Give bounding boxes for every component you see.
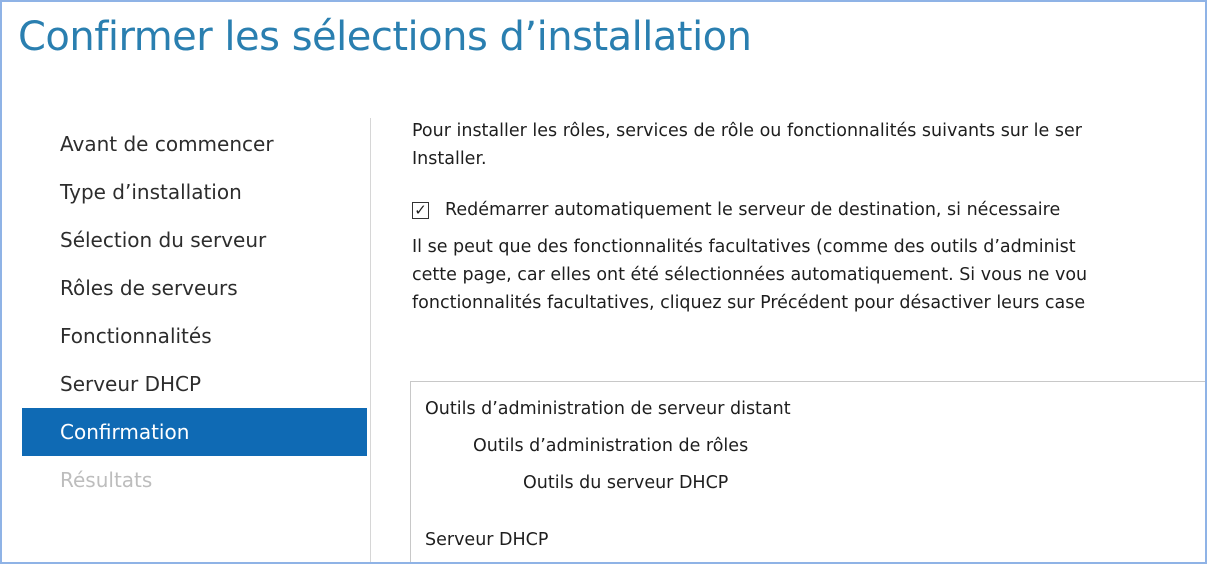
selection-item-dhcp-server: Serveur DHCP [425, 530, 549, 550]
selection-item-dhcp-tools: Outils du serveur DHCP [523, 473, 729, 493]
selection-item-rsat: Outils d’administration de serveur dista… [425, 399, 791, 419]
checkmark-icon: ✓ [414, 200, 427, 219]
intro-line-1: Pour installer les rôles, services de rô… [412, 121, 1082, 141]
sidebar-item-fonctionnalites[interactable]: Fonctionnalités [22, 312, 367, 360]
restart-checkbox-label[interactable]: Redémarrer automatiquement le serveur de… [445, 196, 1060, 224]
selection-item-role-admin-tools: Outils d’administration de rôles [473, 436, 749, 456]
intro-line-2: Installer. [412, 149, 487, 169]
wizard-window: Confirmer les sélections d’installation … [0, 0, 1207, 564]
note-line-1: Il se peut que des fonctionnalités facul… [412, 237, 1076, 257]
sidebar-divider [370, 118, 371, 562]
restart-option-row[interactable]: ✓ Redémarrer automatiquement le serveur … [412, 195, 1205, 225]
selections-list[interactable]: Outils d’administration de serveur dista… [410, 381, 1205, 562]
note-line-2: cette page, car elles ont été sélectionn… [412, 265, 1088, 285]
sidebar-item-serveur-dhcp[interactable]: Serveur DHCP [22, 360, 367, 408]
sidebar-item-resultats: Résultats [60, 468, 153, 492]
wizard-steps-sidebar: Avant de commencer Type d’installation S… [22, 120, 367, 504]
sidebar-item-selection-serveur[interactable]: Sélection du serveur [22, 216, 367, 264]
intro-text: Pour installer les rôles, services de rô… [412, 117, 1205, 173]
sidebar-item-roles-serveurs[interactable]: Rôles de serveurs [22, 264, 367, 312]
note-line-3: fonctionnalités facultatives, cliquez su… [412, 293, 1086, 313]
page-title: Confirmer les sélections d’installation [18, 14, 752, 60]
restart-checkbox[interactable]: ✓ [412, 200, 429, 219]
sidebar-item-type-installation[interactable]: Type d’installation [22, 168, 367, 216]
confirmation-content: Pour installer les rôles, services de rô… [412, 117, 1205, 317]
optional-features-note: Il se peut que des fonctionnalités facul… [412, 233, 1205, 317]
sidebar-item-avant-de-commencer[interactable]: Avant de commencer [22, 120, 367, 168]
sidebar-item-confirmation[interactable]: Confirmation [22, 408, 367, 456]
